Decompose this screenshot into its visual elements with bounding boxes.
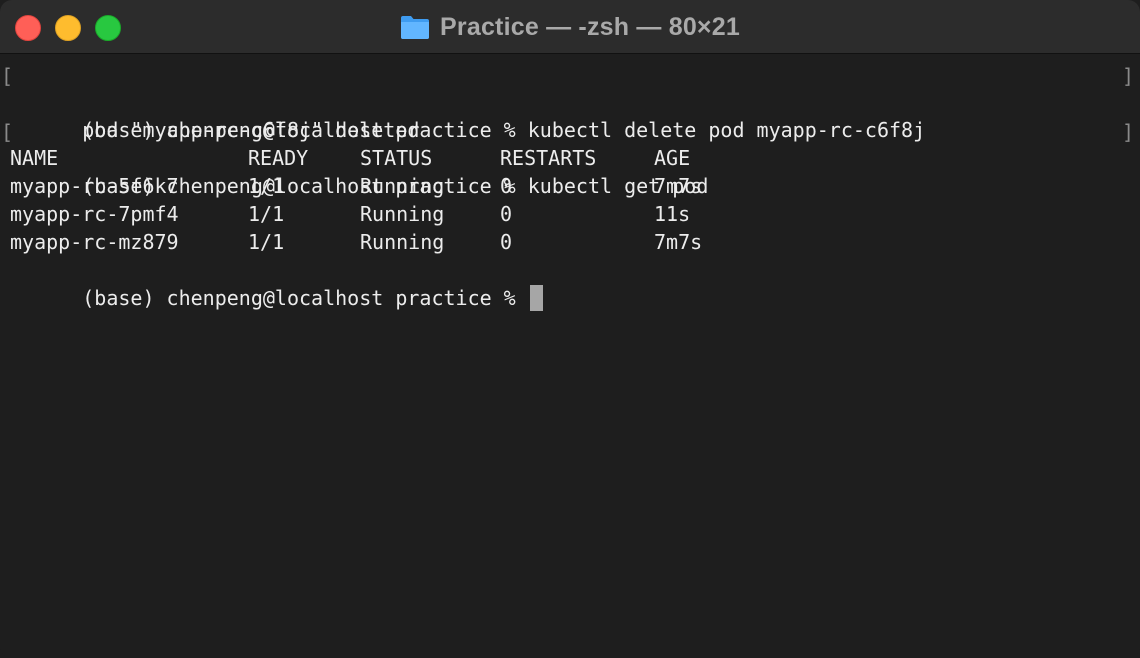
header-ready: READY [248,146,309,170]
line-mark-right: ] [1121,64,1134,88]
title-bar[interactable]: Practice — -zsh — 80×21 [0,0,1140,54]
folder-icon [400,14,430,40]
window-title-group: Practice — -zsh — 80×21 [0,0,1140,54]
pod-ready: 1/1 [248,230,285,254]
pod-restarts: 0 [500,174,513,198]
pod-age: 7m7s [654,230,703,254]
header-restarts: RESTARTS [500,146,597,170]
header-status: STATUS [360,146,433,170]
terminal-output[interactable]: [ (base) chenpeng@localhost practice % k… [0,60,1140,658]
pod-ready: 1/1 [248,174,285,198]
pod-restarts: 0 [500,230,513,254]
pod-restarts: 0 [500,202,513,226]
terminal-line: [ (base) chenpeng@localhost practice % k… [0,60,1140,142]
pod-status: Running [360,174,445,198]
table-row: myapp-rc-mz879 1/1 Running 0 7m7s [0,228,1140,256]
pod-age: 7m7s [654,174,703,198]
line-mark-left: [ [1,120,14,144]
line-mark-right: ] [1121,120,1134,144]
prompt-line[interactable]: (base) chenpeng@localhost practice % [0,256,1140,311]
header-name: NAME [10,146,59,170]
line-mark-left: [ [1,64,14,88]
pod-ready: 1/1 [248,202,285,226]
terminal-line: [ (base) chenpeng@localhost practice % k… [0,116,1140,198]
shell-prompt: (base) chenpeng@localhost practice % [82,286,516,310]
table-row: myapp-rc-5f6k7 1/1 Running 0 7m7s [0,172,1140,200]
table-header-row: NAME READY STATUS RESTARTS AGE [0,144,1140,172]
header-age: AGE [654,146,691,170]
pod-status: Running [360,202,445,226]
terminal-window: Practice — -zsh — 80×21 [ (base) chenpen… [0,0,1140,658]
pod-name: myapp-rc-5f6k7 [10,174,179,198]
table-row: myapp-rc-7pmf4 1/1 Running 0 11s [0,200,1140,228]
pod-age: 11s [654,202,691,226]
pod-name: myapp-rc-mz879 [10,230,179,254]
pod-name: myapp-rc-7pmf4 [10,202,179,226]
terminal-line: pod "myapp-rc-c6f8j" deleted [0,88,1140,142]
window-title: Practice — -zsh — 80×21 [440,12,740,41]
pod-status: Running [360,230,445,254]
text-cursor [529,285,543,311]
